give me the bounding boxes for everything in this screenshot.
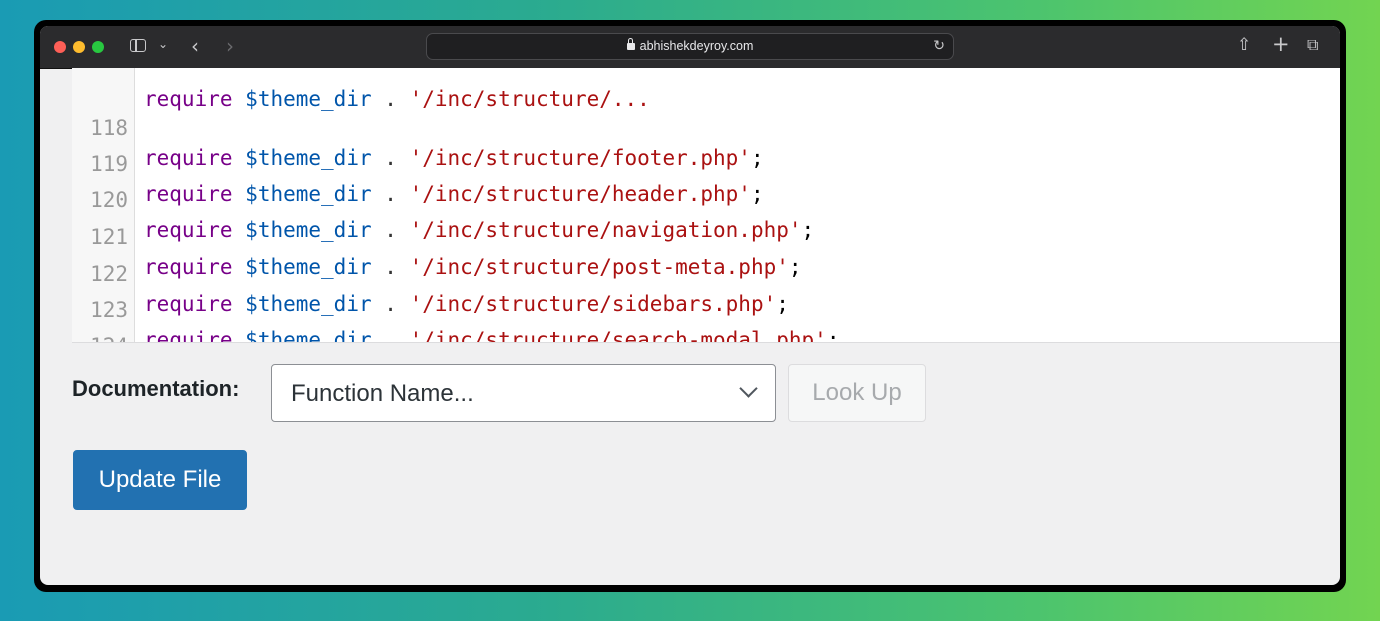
browser-window: ⌄ ‹ › abhishekdeyroy.com ↻ ⇧ + ⧉ require… [40, 26, 1340, 585]
forward-arrow-icon[interactable]: › [226, 34, 234, 58]
lock-icon [626, 38, 635, 50]
url-text: abhishekdeyroy.com [639, 39, 754, 53]
code-line: 123 require $theme_dir . '/inc/structure… [72, 265, 839, 342]
chevron-down-icon [739, 379, 758, 398]
code-line: 118 require $theme_dir . '/inc/structure… [72, 83, 764, 170]
code-line: 121 require $theme_dir . '/inc/structure… [72, 192, 801, 279]
code-line: 119 require $theme_dir . '/inc/structure… [72, 119, 764, 206]
new-tab-icon[interactable]: + [1272, 32, 1290, 56]
back-arrow-icon[interactable]: ‹ [191, 34, 199, 58]
sidebar-toggle-icon[interactable] [130, 39, 146, 52]
code-line-partial: require $theme_dir . '/inc/structure/... [144, 87, 650, 111]
code-line: 122 require $theme_dir . '/inc/structure… [72, 229, 789, 316]
close-window-button[interactable] [54, 41, 66, 53]
share-icon[interactable]: ⇧ [1237, 35, 1251, 55]
tab-overview-icon[interactable]: ⧉ [1307, 35, 1318, 55]
select-value: Function Name... [291, 380, 474, 407]
documentation-label: Documentation: [72, 376, 240, 401]
code-editor[interactable]: require $theme_dir . '/inc/structure/...… [72, 68, 1340, 343]
update-file-button[interactable]: Update File [73, 450, 247, 510]
function-name-select[interactable]: Function Name... [271, 364, 776, 422]
look-up-button[interactable]: Look Up [788, 364, 926, 422]
zoom-window-button[interactable] [92, 41, 104, 53]
browser-toolbar: ⌄ ‹ › abhishekdeyroy.com ↻ ⇧ + ⧉ [40, 26, 1340, 69]
minimize-window-button[interactable] [73, 41, 85, 53]
code-line: 120 require $theme_dir . '/inc/structure… [72, 155, 814, 242]
code-line: 124 [72, 301, 148, 342]
chevron-down-icon[interactable]: ⌄ [158, 37, 168, 51]
line-number: 124 [82, 331, 128, 342]
address-bar[interactable]: abhishekdeyroy.com ↻ [426, 33, 954, 60]
reload-icon[interactable]: ↻ [933, 38, 945, 54]
